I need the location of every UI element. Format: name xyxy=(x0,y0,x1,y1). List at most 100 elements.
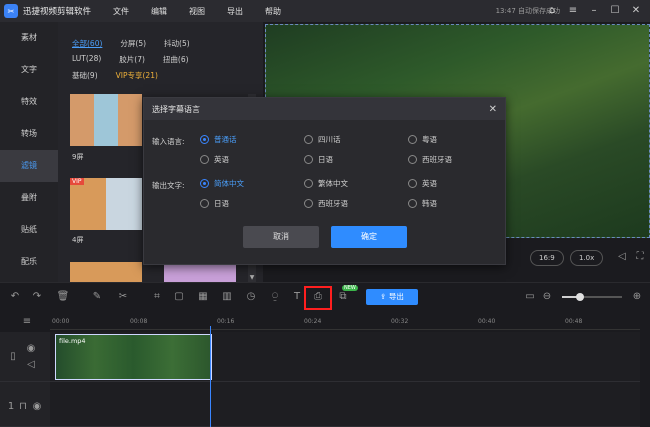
picture-in-picture-icon[interactable]: ⧉ xyxy=(336,290,350,304)
volume-icon[interactable]: ◁ xyxy=(615,250,629,264)
radio-output-spanish[interactable]: 西班牙语 xyxy=(304,198,348,209)
dialog-title: 选择字幕语言 xyxy=(152,104,200,114)
microphone-icon[interactable]: ⍜ xyxy=(268,290,282,304)
fit-icon[interactable]: ▭ xyxy=(523,290,537,304)
zoom-out-icon[interactable]: ⊖ xyxy=(540,290,554,304)
filter-thumb[interactable] xyxy=(70,262,142,282)
sidebar-item-music[interactable]: 配乐 xyxy=(0,246,58,278)
output-text-label: 输出文字: xyxy=(152,181,185,190)
audio-wave-icon[interactable]: ▥ xyxy=(220,290,234,304)
radio-input-cantonese[interactable]: 粤语 xyxy=(408,134,437,145)
category-list: 全部(60) 分屏(5) 抖动(5) LUT(28) 胶片(7) 扭曲(6) 基… xyxy=(72,38,252,86)
sidebar-item-transition[interactable]: 转场 xyxy=(0,118,58,150)
menu-view[interactable]: 视图 xyxy=(189,6,205,17)
radio-dot xyxy=(408,155,417,164)
export-label: 导出 xyxy=(388,292,404,301)
cancel-button[interactable]: 取消 xyxy=(243,226,319,248)
category-all[interactable]: 全部(60) xyxy=(72,38,102,49)
undo-icon[interactable]: ↶ xyxy=(8,290,22,304)
confirm-button[interactable]: 确定 xyxy=(331,226,407,248)
home-icon[interactable]: ⌂ xyxy=(544,3,560,19)
minimize-icon[interactable]: – xyxy=(586,3,602,19)
category-basic[interactable]: 基础(9) xyxy=(72,70,98,81)
category-shake[interactable]: 抖动(5) xyxy=(164,38,190,49)
mosaic-icon[interactable]: ▦ xyxy=(196,290,210,304)
radio-output-traditional[interactable]: 繁体中文 xyxy=(304,178,348,189)
zoom-in-icon[interactable]: ⊕ xyxy=(630,290,644,304)
radio-label: 西班牙语 xyxy=(422,155,452,164)
radio-dot xyxy=(408,199,417,208)
category-split[interactable]: 分屏(5) xyxy=(120,38,146,49)
crop-icon[interactable]: ⌗ xyxy=(150,290,164,304)
sidebar-item-material[interactable]: 素材 xyxy=(0,22,58,54)
playhead[interactable] xyxy=(210,326,211,427)
category-lut[interactable]: LUT(28) xyxy=(72,54,101,65)
eye-icon[interactable]: ◉ xyxy=(24,342,38,356)
menu-export[interactable]: 导出 xyxy=(227,6,243,17)
timer-icon[interactable]: ◷ xyxy=(244,290,258,304)
menu-bar: 文件 编辑 视图 导出 帮助 xyxy=(113,6,303,17)
close-icon[interactable]: ✕ xyxy=(628,3,644,19)
close-icon[interactable]: ✕ xyxy=(489,104,497,115)
menu-icon[interactable]: ≡ xyxy=(565,3,581,19)
speaker-icon[interactable]: ◁ xyxy=(24,358,38,372)
menu-edit[interactable]: 编辑 xyxy=(151,6,167,17)
video-clip[interactable]: file.mp4 xyxy=(55,334,212,380)
text-to-speech-icon[interactable]: T xyxy=(290,290,304,304)
audio-track[interactable] xyxy=(50,382,640,427)
radio-output-japanese[interactable]: 日语 xyxy=(200,198,229,209)
zoom-slider[interactable] xyxy=(562,293,622,301)
category-film[interactable]: 胶片(7) xyxy=(119,54,145,65)
radio-label: 英语 xyxy=(214,155,229,164)
menu-file[interactable]: 文件 xyxy=(113,6,129,17)
track-video-icon: ▯ xyxy=(10,351,16,362)
ruler-tick: 00:16 xyxy=(217,318,235,325)
redo-icon[interactable]: ↷ xyxy=(30,290,44,304)
ruler-tick: 00:08 xyxy=(130,318,148,325)
filter-thumb[interactable] xyxy=(164,262,236,282)
zoom-slider-handle[interactable] xyxy=(576,293,584,301)
timeline: ≡ 00:00 00:08 00:16 00:24 00:32 00:40 00… xyxy=(0,312,650,427)
radio-input-mandarin[interactable]: 普通话 xyxy=(200,134,237,145)
category-vip[interactable]: VIP专享(21) xyxy=(116,70,158,81)
radio-input-english[interactable]: 英语 xyxy=(200,154,229,165)
maximize-icon[interactable]: ☐ xyxy=(607,3,623,19)
radio-label: 四川话 xyxy=(318,135,341,144)
lock-icon[interactable]: ⊓ xyxy=(16,400,30,414)
dialog-header: 选择字幕语言 ✕ xyxy=(144,98,505,120)
resize-icon[interactable]: ▢ xyxy=(172,290,186,304)
radio-input-japanese[interactable]: 日语 xyxy=(304,154,333,165)
sidebar-item-filter[interactable]: 滤镜 xyxy=(0,150,58,182)
add-track-icon[interactable]: ≡ xyxy=(20,315,34,329)
subtitle-recognition-icon[interactable]: ⎙ xyxy=(311,290,325,304)
edit-icon[interactable]: ✎ xyxy=(90,290,104,304)
sidebar-item-sticker[interactable]: 贴纸 xyxy=(0,214,58,246)
aspect-ratio-select[interactable]: 16:9 xyxy=(530,250,564,266)
menu-help[interactable]: 帮助 xyxy=(265,6,281,17)
sidebar-item-effects[interactable]: 特效 xyxy=(0,86,58,118)
radio-dot xyxy=(200,179,209,188)
ruler-tick: 00:32 xyxy=(391,318,409,325)
export-button[interactable]: ⇪ 导出 xyxy=(366,289,418,305)
fullscreen-icon[interactable]: ⛶ xyxy=(633,250,647,264)
ruler-tick: 00:24 xyxy=(304,318,322,325)
delete-icon[interactable]: 🗑 xyxy=(56,290,70,304)
edit-toolbar: ↶ ↷ 🗑 ✎ ✂ ⌗ ▢ ▦ ▥ ◷ ⍜ T ⎙ ⧉ NEW ⇪ 导出 ▭ ⊖… xyxy=(0,282,650,312)
speed-select[interactable]: 1.0x xyxy=(570,250,604,266)
sidebar-item-text[interactable]: 文字 xyxy=(0,54,58,86)
radio-output-simplified[interactable]: 简体中文 xyxy=(200,178,244,189)
filter-thumb-4screen[interactable] xyxy=(70,178,142,230)
radio-input-spanish[interactable]: 西班牙语 xyxy=(408,154,452,165)
sidebar-item-overlay[interactable]: 叠附 xyxy=(0,182,58,214)
radio-label: 简体中文 xyxy=(214,179,244,188)
chevron-down-icon[interactable]: ▼ xyxy=(248,274,256,282)
eye-icon[interactable]: ◉ xyxy=(30,400,44,414)
radio-output-korean[interactable]: 韩语 xyxy=(408,198,437,209)
radio-output-english[interactable]: 英语 xyxy=(408,178,437,189)
cut-icon[interactable]: ✂ xyxy=(116,290,130,304)
time-ruler[interactable]: 00:00 00:08 00:16 00:24 00:32 00:40 00:4… xyxy=(50,312,640,330)
radio-input-sichuan[interactable]: 四川话 xyxy=(304,134,341,145)
category-distort[interactable]: 扭曲(6) xyxy=(163,54,189,65)
ruler-tick: 00:00 xyxy=(52,318,70,325)
filter-thumb-9screen[interactable] xyxy=(70,94,142,146)
